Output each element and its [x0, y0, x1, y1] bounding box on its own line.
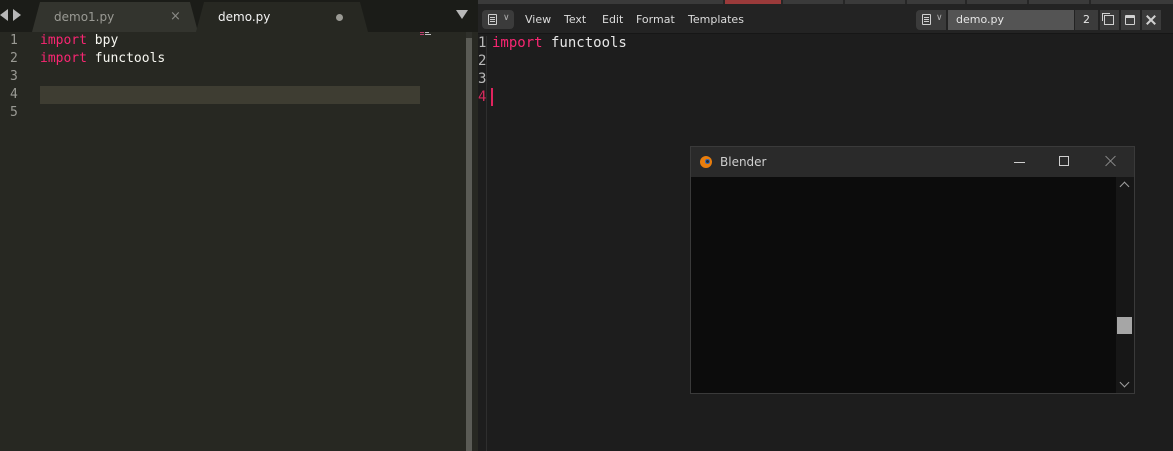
text-block-users-count[interactable]: 2: [1075, 10, 1098, 30]
line-number: 1: [10, 33, 18, 48]
tab-scroll-right-icon[interactable]: [13, 9, 21, 21]
menu-text[interactable]: Text: [564, 13, 586, 26]
folder-icon: [1125, 15, 1135, 25]
editor-type-selector[interactable]: ∨: [482, 10, 514, 29]
line-number: 3: [478, 71, 487, 87]
menu-view[interactable]: View: [525, 13, 551, 26]
keyword: import: [40, 33, 87, 48]
duplicate-icon: [1102, 13, 1114, 25]
menu-templates[interactable]: Templates: [688, 13, 744, 26]
code-line[interactable]: [40, 68, 420, 86]
close-icon[interactable]: [1104, 154, 1118, 168]
keyword: import: [40, 51, 87, 66]
code-line[interactable]: import functools: [40, 50, 420, 68]
menu-edit[interactable]: Edit: [602, 13, 623, 26]
keyword: import: [492, 35, 543, 51]
scrollbar-thumb[interactable]: [466, 38, 472, 451]
tab-bar: demo1.py × demo.py: [0, 0, 478, 32]
tab-dropdown-icon[interactable]: [456, 10, 468, 19]
line-number-gutter: 1 2 3 4 5: [0, 32, 34, 451]
editor-header: ∨ View Text Edit Format Templates ∨ demo…: [478, 4, 1173, 34]
sublime-editor-pane: demo1.py × demo.py 1 2 3 4 5 import bpy …: [0, 0, 478, 451]
open-text-button[interactable]: [1121, 10, 1140, 30]
window-title: Blender: [720, 155, 767, 169]
line-number-active: 4: [478, 89, 487, 105]
line-number: 4: [10, 87, 18, 102]
tab-label: demo1.py: [54, 10, 115, 24]
code-line[interactable]: [40, 86, 420, 104]
window-titlebar[interactable]: Blender: [691, 147, 1134, 177]
maximize-icon[interactable]: [1059, 156, 1069, 166]
code-text: functools: [86, 51, 166, 66]
code-text: functools: [542, 35, 627, 51]
close-icon: [1146, 15, 1156, 25]
vertical-scrollbar[interactable]: [1116, 177, 1134, 393]
menu-format[interactable]: Format: [636, 13, 675, 26]
code-line[interactable]: import functools: [492, 34, 627, 52]
text-editor-icon: [488, 14, 497, 25]
minimap-content: [420, 32, 432, 36]
tab-demo-active[interactable]: demo.py: [196, 2, 368, 32]
blender-console-window: Blender: [690, 146, 1135, 394]
chevron-down-icon: ∨: [503, 13, 510, 23]
minimize-icon[interactable]: [1014, 162, 1025, 163]
tab-demo1[interactable]: demo1.py ×: [32, 2, 198, 32]
scrollbar-thumb[interactable]: [1117, 317, 1132, 334]
line-number: 2: [10, 51, 18, 66]
unsaved-dot-icon[interactable]: [336, 14, 343, 21]
text-block-name-field[interactable]: demo.py: [948, 10, 1074, 30]
tab-scroll-left-icon[interactable]: [0, 9, 8, 21]
code-line[interactable]: [40, 104, 420, 122]
minimap[interactable]: [420, 32, 466, 72]
line-number: 2: [478, 53, 487, 69]
blender-logo-icon: [700, 156, 712, 168]
text-cursor: [491, 88, 493, 106]
line-number: 3: [10, 69, 18, 84]
line-number: 5: [10, 105, 18, 120]
tab-label: demo.py: [218, 10, 271, 24]
unlink-text-button[interactable]: [1142, 10, 1161, 30]
chevron-down-icon[interactable]: [1119, 377, 1130, 388]
vertical-scrollbar[interactable]: [466, 32, 472, 451]
text-block-browse[interactable]: ∨: [916, 10, 946, 30]
console-output[interactable]: [691, 177, 1116, 393]
code-line[interactable]: import bpy: [40, 32, 420, 50]
chevron-up-icon[interactable]: [1119, 181, 1130, 192]
line-number: 1: [478, 35, 487, 51]
code-text: bpy: [86, 33, 119, 48]
chevron-down-icon: ∨: [936, 13, 943, 23]
text-block-icon: [922, 14, 931, 25]
close-tab-icon[interactable]: ×: [170, 2, 181, 32]
new-text-button[interactable]: [1100, 10, 1119, 30]
